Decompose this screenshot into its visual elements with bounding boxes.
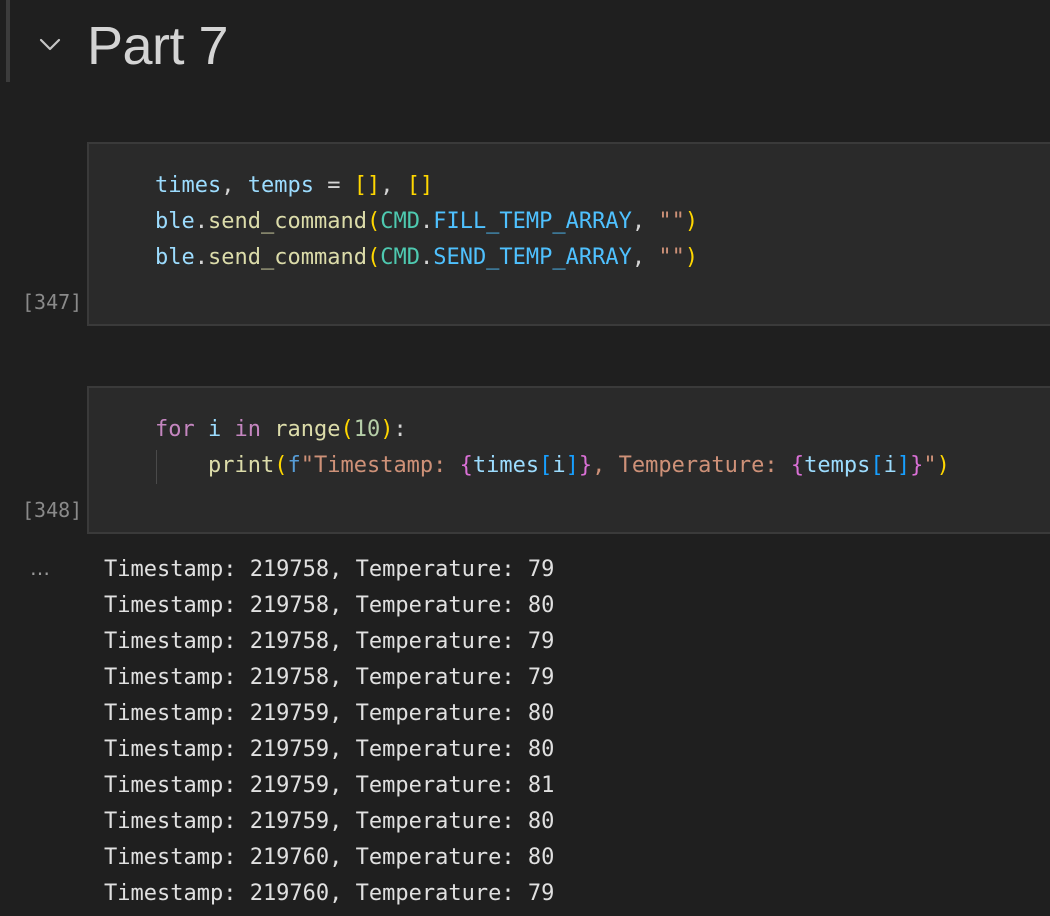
output-line: Timestamp: 219759, Temperature: 81 [104, 773, 555, 798]
cell-output: Timestamp: 219758, Temperature: 79 Timest… [104, 552, 554, 912]
code-cell-347[interactable]: times, temps = [], [] ble.send_command(CM… [87, 142, 1050, 326]
code-editor[interactable]: times, temps = [], [] ble.send_command(CM… [155, 168, 698, 276]
output-line: Timestamp: 219758, Temperature: 79 [104, 665, 555, 690]
code-line[interactable]: print(f"Timestamp: {times[i]}, Temperatu… [155, 448, 950, 484]
code-line[interactable]: for i in range(10): [155, 412, 950, 448]
cell-focus-indicator [6, 0, 10, 82]
code-cell-348[interactable]: for i in range(10): print(f"Timestamp: {… [87, 386, 1050, 534]
code-editor[interactable]: for i in range(10): print(f"Timestamp: {… [155, 412, 950, 484]
code-line[interactable]: times, temps = [], [] [155, 168, 698, 204]
output-line: Timestamp: 219760, Temperature: 79 [104, 881, 555, 906]
output-line: Timestamp: 219760, Temperature: 80 [104, 845, 555, 870]
output-line: Timestamp: 219759, Temperature: 80 [104, 737, 555, 762]
code-line[interactable]: ble.send_command(CMD.FILL_TEMP_ARRAY, ""… [155, 204, 698, 240]
output-line: Timestamp: 219759, Temperature: 80 [104, 701, 555, 726]
chevron-down-icon[interactable] [36, 30, 64, 58]
output-line: Timestamp: 219758, Temperature: 80 [104, 593, 555, 618]
code-line[interactable]: ble.send_command(CMD.SEND_TEMP_ARRAY, ""… [155, 240, 698, 276]
output-more-actions-icon[interactable]: … [30, 556, 52, 580]
page-title: Part 7 [87, 16, 229, 76]
execution-count: [347] [22, 290, 83, 314]
markdown-cell-heading[interactable]: Part 7 [0, 0, 1050, 90]
output-line: Timestamp: 219759, Temperature: 80 [104, 809, 555, 834]
execution-count: [348] [22, 498, 83, 522]
output-line: Timestamp: 219758, Temperature: 79 [104, 629, 555, 654]
output-line: Timestamp: 219758, Temperature: 79 [104, 557, 555, 582]
